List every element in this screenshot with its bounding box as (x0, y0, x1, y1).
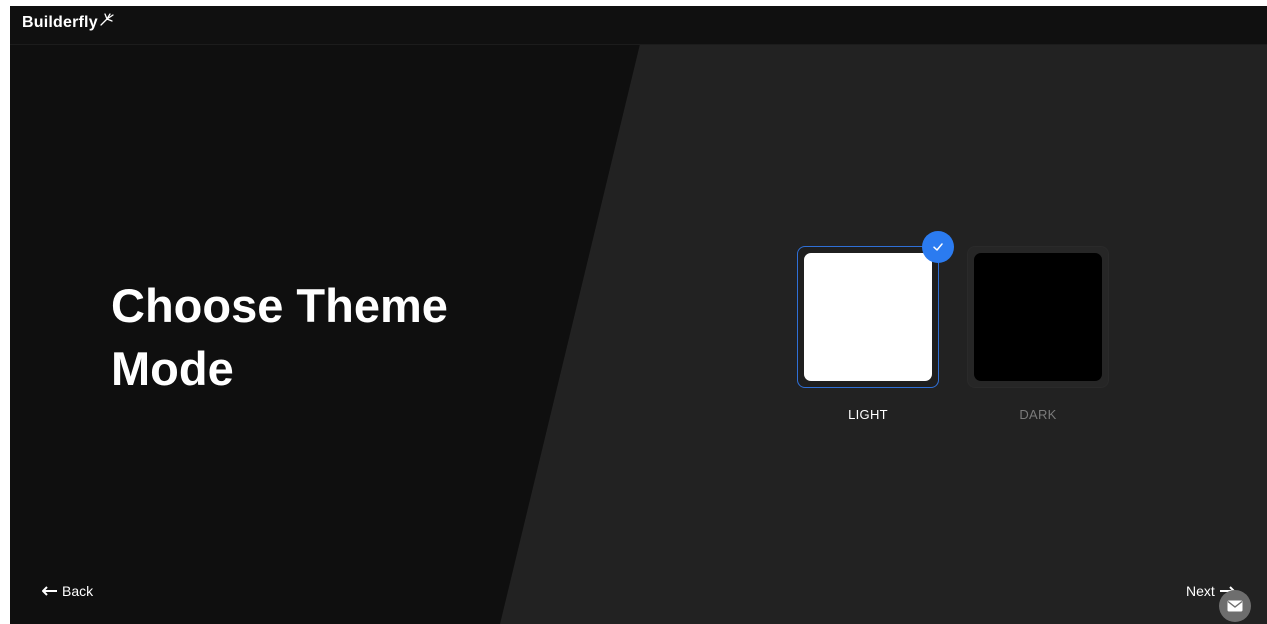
theme-label-dark: DARK (1019, 407, 1057, 422)
page-title-line-1: Choose Theme (111, 279, 448, 332)
back-button[interactable]: Back (42, 583, 93, 599)
theme-option-dark[interactable]: DARK (967, 246, 1109, 422)
selected-badge (922, 231, 954, 263)
logo-text: Builderfly (22, 14, 98, 31)
dark-swatch (974, 253, 1102, 381)
firefly-icon (100, 13, 114, 26)
theme-option-light[interactable]: LIGHT (797, 231, 954, 422)
chat-button[interactable] (1219, 590, 1251, 622)
check-icon (933, 243, 943, 251)
light-swatch (804, 253, 932, 381)
theme-label-light: LIGHT (848, 407, 888, 422)
back-label: Back (62, 583, 94, 599)
page-title: Choose Theme Mode (111, 274, 531, 400)
logo[interactable]: Builderfly (22, 13, 115, 32)
next-label: Next (1186, 583, 1215, 599)
mail-icon (1227, 600, 1243, 612)
top-bar: Builderfly (10, 6, 1267, 45)
theme-tile-light[interactable] (797, 231, 954, 388)
page-title-line-2: Mode (111, 342, 234, 395)
arrow-left-icon (42, 586, 57, 596)
app-frame: Builderfly Choose Theme Mode LIGHT DARK … (10, 6, 1267, 624)
theme-tile-dark[interactable] (967, 246, 1109, 388)
